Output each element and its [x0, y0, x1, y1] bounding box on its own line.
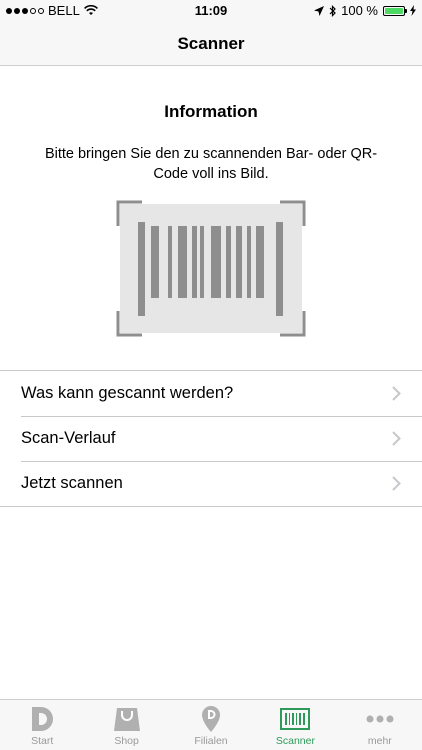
- page-title: Scanner: [177, 34, 245, 53]
- chevron-right-icon: [392, 431, 401, 446]
- tab-bar: Start Shop Filialen Scanner mehr: [0, 699, 422, 750]
- barcode-illustration-icon: [116, 200, 306, 337]
- tab-scanner[interactable]: Scanner: [253, 700, 337, 750]
- list-item-label: Was kann gescannt werden?: [21, 384, 234, 402]
- status-bar: BELL 11:09 100 %: [0, 0, 422, 22]
- start-logo-icon: [32, 707, 54, 731]
- chevron-right-icon: [392, 386, 401, 401]
- list-item-label: Jetzt scannen: [21, 474, 123, 492]
- list-item-scan-history[interactable]: Scan-Verlauf: [0, 416, 422, 461]
- tab-label: mehr: [367, 735, 392, 747]
- tab-shop[interactable]: Shop: [84, 700, 168, 750]
- list-item-scannable-info[interactable]: Was kann gescannt werden?: [0, 371, 422, 416]
- charging-bolt-icon: [410, 5, 416, 16]
- bluetooth-icon: [329, 4, 336, 17]
- options-list: Was kann gescannt werden? Scan-Verlauf J…: [0, 370, 422, 507]
- battery-fill: [385, 7, 403, 14]
- tab-label: Shop: [114, 735, 139, 747]
- chevron-right-icon: [392, 476, 401, 491]
- status-right: 100 %: [314, 3, 416, 18]
- tab-label: Filialen: [194, 735, 228, 747]
- list-item-scan-now[interactable]: Jetzt scannen: [0, 461, 422, 506]
- tab-start[interactable]: Start: [0, 700, 84, 750]
- info-text: Bitte bringen Sie den zu scannenden Bar-…: [44, 146, 378, 182]
- list-item-label: Scan-Verlauf: [21, 429, 116, 447]
- more-dots-icon: [366, 715, 394, 723]
- tab-filialen[interactable]: Filialen: [169, 700, 253, 750]
- tab-label: Start: [31, 735, 54, 747]
- battery-percentage: 100 %: [341, 3, 378, 18]
- location-arrow-icon: [314, 5, 325, 16]
- map-pin-icon: [202, 706, 221, 732]
- barcode-icon: [280, 708, 311, 730]
- navigation-bar: Scanner: [0, 22, 422, 66]
- shopping-bag-icon: [113, 708, 140, 731]
- battery-icon: [383, 5, 407, 16]
- tab-mehr[interactable]: mehr: [338, 700, 422, 750]
- tab-label: Scanner: [275, 735, 315, 747]
- info-heading: Information: [164, 102, 258, 121]
